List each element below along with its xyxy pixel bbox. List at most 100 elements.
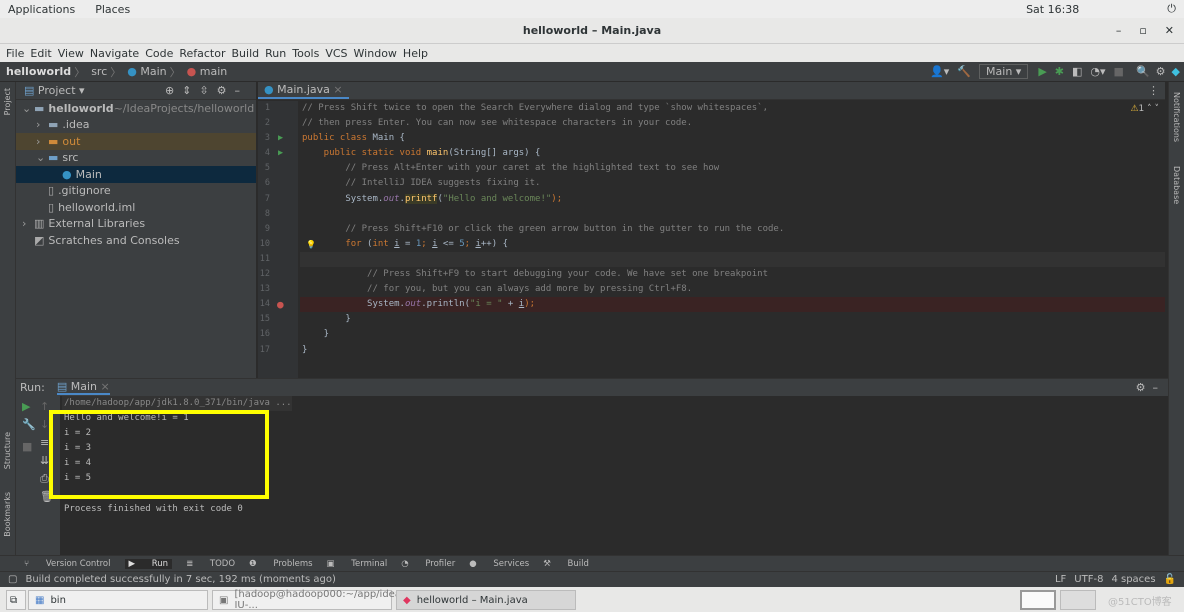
close-button[interactable]: ✕: [1165, 18, 1174, 44]
user-icon[interactable]: 👤▾: [930, 65, 949, 78]
gutter[interactable]: 1 2 3 ▶ 4 ▶ 5 6 7 8 9 10 💡 11 12 13 14 ● 15 16 17: [258, 101, 316, 378]
taskbar-item-intellij[interactable]: ◆ helloworld – Main.java: [396, 590, 576, 610]
debug-icon[interactable]: ✱: [1055, 65, 1064, 78]
workspace-2[interactable]: [1060, 590, 1096, 610]
breadcrumb-src[interactable]: src: [91, 65, 107, 78]
tool-tab-build[interactable]: ⚒ Build: [543, 559, 589, 569]
window-title-bar: helloworld – Main.java – ▫ ✕: [0, 18, 1184, 44]
tool-tab-todo[interactable]: ≣ TODO: [186, 559, 235, 569]
run-gutter-icon[interactable]: ▶: [278, 146, 283, 161]
code-token: }: [302, 329, 330, 340]
coverage-icon[interactable]: ◧: [1072, 65, 1082, 78]
soft-wrap-icon[interactable]: ≡: [40, 436, 49, 449]
tab-main-java[interactable]: ● Main.java ×: [258, 81, 349, 99]
tool-tab-version-control[interactable]: ⑂ Version Control: [24, 559, 111, 569]
workspace-1[interactable]: [1020, 590, 1056, 610]
settings-icon[interactable]: ⚙: [1156, 65, 1166, 78]
run-gutter-icon[interactable]: ▶: [278, 131, 283, 146]
clock[interactable]: Sat 16:38: [1026, 3, 1079, 16]
profile-icon[interactable]: ◔▾: [1090, 65, 1105, 78]
line-separator[interactable]: LF: [1055, 574, 1066, 585]
database-tool-button[interactable]: Database: [1172, 166, 1181, 204]
wrench-icon[interactable]: 🔧: [22, 418, 36, 431]
bookmarks-tool-button[interactable]: Bookmarks: [3, 492, 12, 537]
code-token: // Press Shift+F9 to start debugging you…: [302, 269, 768, 280]
tool-tab-profiler[interactable]: ◔ Profiler: [401, 559, 455, 569]
show-desktop-button[interactable]: ⧉: [6, 590, 26, 610]
tool-tab-run[interactable]: ▶ Run: [124, 558, 173, 569]
places-menu[interactable]: Places: [95, 3, 130, 16]
notifications-tool-button[interactable]: Notifications: [1172, 92, 1181, 142]
tree-item[interactable]: ▯ helloworld.iml: [16, 199, 256, 216]
code-line: public static void main(String[] args) {: [300, 146, 1165, 161]
stop-icon[interactable]: ■: [22, 440, 32, 453]
taskbar: ⧉ ▦ bin ▣ [hadoop@hadoop000:~/app/idea-IU-…: [0, 587, 1184, 612]
taskbar-item-terminal[interactable]: ▣ [hadoop@hadoop000:~/app/idea-IU-...: [212, 589, 405, 611]
tree-item[interactable]: › ▥ External Libraries: [16, 216, 256, 233]
tree-item[interactable]: ● Main: [16, 166, 256, 183]
code-area[interactable]: // Press Shift twice to open the Search …: [300, 101, 1165, 358]
code-line: [300, 251, 1165, 268]
close-tab-icon[interactable]: ×: [333, 83, 342, 96]
run-icon[interactable]: ▶: [1038, 65, 1046, 78]
menu-view[interactable]: View: [58, 47, 84, 60]
tool-tab-problems[interactable]: ❶ Problems: [249, 559, 313, 569]
menu-refactor[interactable]: Refactor: [179, 47, 225, 60]
run-panel-settings[interactable]: ⚙ –: [1136, 381, 1158, 394]
menu-vcs[interactable]: VCS: [325, 47, 347, 60]
code-line: System.out.printf("Hello and welcome!");: [300, 192, 1165, 207]
project-tool-button[interactable]: Project: [3, 88, 12, 115]
encoding[interactable]: UTF-8: [1074, 574, 1103, 585]
lock-icon[interactable]: 🔓: [1164, 574, 1176, 585]
power-icon[interactable]: ⏻: [1167, 2, 1176, 16]
run-config-select[interactable]: Main ▾: [979, 64, 1029, 79]
project-view-select[interactable]: Project: [38, 84, 76, 97]
run-tab-main[interactable]: ▤ Main ×: [56, 380, 110, 395]
rerun-icon[interactable]: ▶: [22, 400, 30, 413]
tool-tab-terminal[interactable]: ▣ Terminal: [327, 559, 388, 569]
applications-menu[interactable]: Applications: [8, 3, 75, 16]
indent[interactable]: 4 spaces: [1111, 574, 1155, 585]
maximize-button[interactable]: ▫: [1139, 18, 1146, 44]
search-icon[interactable]: 🔍: [1136, 65, 1150, 78]
tree-item[interactable]: ⌄ ▬ src: [16, 150, 256, 167]
tool-tab-services[interactable]: ● Services: [469, 559, 529, 569]
stop-icon[interactable]: ■: [1114, 65, 1124, 78]
code-token: // Press Shift twice to open the Search …: [302, 103, 768, 113]
breadcrumb-class[interactable]: ● Main: [127, 65, 166, 78]
lib-icon: ▥: [34, 217, 45, 231]
menu-code[interactable]: Code: [145, 47, 173, 60]
breadcrumb-project[interactable]: helloworld: [6, 65, 71, 78]
tree-item[interactable]: › ▬ out: [16, 133, 256, 150]
menu-help[interactable]: Help: [403, 47, 428, 60]
minimize-button[interactable]: –: [1116, 18, 1122, 44]
menu-tools[interactable]: Tools: [292, 47, 319, 60]
tree-item[interactable]: ▯ .gitignore: [16, 183, 256, 200]
console-line: Process finished with exit code 0: [64, 503, 243, 514]
inspection-widget[interactable]: ⚠1 ˄ ˅: [1130, 104, 1159, 114]
tree-item[interactable]: › ▬ .idea: [16, 117, 256, 134]
output-highlight-box: [49, 410, 269, 499]
structure-tool-button[interactable]: Structure: [3, 432, 12, 469]
build-hammer-icon[interactable]: 🔨: [957, 65, 971, 78]
tree-item[interactable]: ⌄ ▬ helloworld ~/IdeaProjects/helloworld: [16, 100, 256, 117]
up-icon[interactable]: ↑: [40, 400, 49, 413]
jetbrains-logo-icon[interactable]: ◆: [1172, 65, 1180, 78]
menu-file[interactable]: File: [6, 47, 24, 60]
taskbar-item-bin[interactable]: ▦ bin: [28, 590, 208, 610]
menu-build[interactable]: Build: [232, 47, 260, 60]
scroll-end-icon[interactable]: ⇊: [40, 454, 49, 467]
project-panel-actions[interactable]: ⊕⇕⇳⚙–: [165, 84, 248, 97]
down-icon[interactable]: ↓: [40, 418, 49, 431]
status-message[interactable]: Build completed successfully in 7 sec, 1…: [25, 574, 335, 585]
status-icon[interactable]: ▢: [8, 574, 17, 585]
print-icon[interactable]: ⎙: [40, 472, 49, 486]
menu-run[interactable]: Run: [265, 47, 286, 60]
breakpoint-icon[interactable]: ●: [277, 297, 284, 312]
tree-item[interactable]: ◩ Scratches and Consoles: [16, 232, 256, 249]
menu-navigate[interactable]: Navigate: [90, 47, 139, 60]
menu-window[interactable]: Window: [354, 47, 397, 60]
menu-edit[interactable]: Edit: [30, 47, 51, 60]
breadcrumb-method[interactable]: ● main: [187, 65, 228, 78]
more-icon[interactable]: ⋮: [1148, 84, 1159, 97]
